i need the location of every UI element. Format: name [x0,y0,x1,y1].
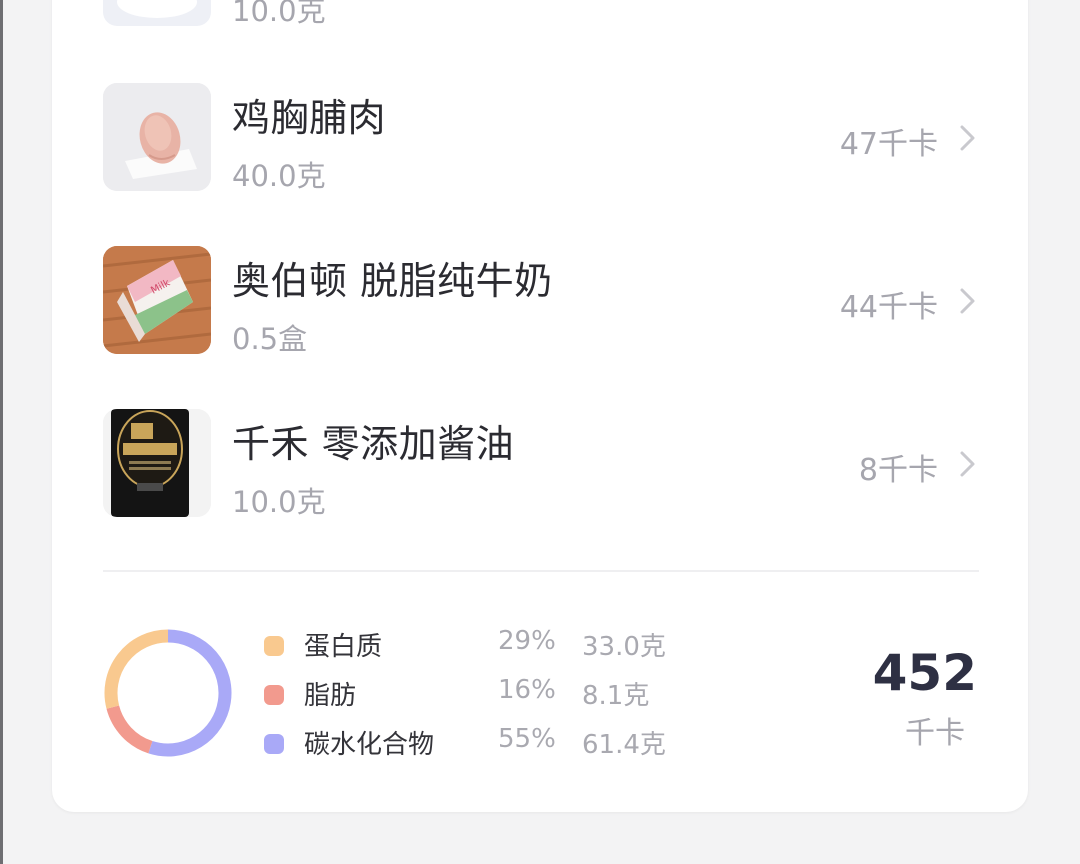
chevron-right-icon [960,125,975,151]
macro-legend-carbs: 碳水化合物 55% 61.4克 [262,724,682,764]
food-item[interactable]: 千禾 零添加酱油 10.0克 8千卡 [103,409,983,519]
chicken-breast-photo [103,83,211,191]
food-calories: 8千卡 [858,453,938,488]
food-amount: 10.0克 [232,485,326,519]
macro-name: 脂肪 [304,681,357,711]
food-item[interactable]: 鸡胸脯肉 40.0克 47千卡 [103,83,983,193]
macro-donut-chart [104,629,232,757]
macro-legend-fat: 脂肪 16% 8.1克 [262,675,682,715]
food-thumbnail [103,0,211,26]
milk-carton-photo: Milk [103,246,211,354]
carbs-color-dot [264,734,284,754]
section-divider [103,570,979,572]
chevron-right-icon [960,451,975,477]
macro-percent: 55% [498,724,556,754]
food-amount: 0.5盒 [232,322,308,356]
food-item[interactable]: Milk 奥伯顿 脱脂纯牛奶 0.5盒 44千卡 [103,246,983,356]
food-name: 千禾 零添加酱油 [232,422,515,466]
macro-percent: 16% [498,675,556,705]
food-name: 奥伯顿 脱脂纯牛奶 [232,259,553,303]
macro-percent: 29% [498,626,556,656]
fat-segment [106,705,153,754]
food-name: 鸡胸脯肉 [232,96,387,140]
total-calories: 452 [872,644,977,702]
fat-color-dot [264,685,284,705]
macro-grams: 61.4克 [582,730,666,760]
protein-color-dot [264,636,284,656]
carbs-segment [148,629,232,757]
macro-legend-protein: 蛋白质 29% 33.0克 [262,626,682,666]
food-amount: 10.0克 [232,0,326,28]
macro-name: 蛋白质 [304,632,383,662]
food-calories: 44千卡 [839,290,938,325]
protein-segment [104,629,169,709]
food-item-partial[interactable]: 10.0克 [103,0,983,28]
macro-grams: 33.0克 [582,632,666,662]
food-calories: 47千卡 [839,127,938,162]
soy-sauce-bottle-photo [103,409,211,517]
window-edge [0,0,3,864]
food-amount: 40.0克 [232,159,326,193]
macro-name: 碳水化合物 [304,730,435,760]
total-calories-unit: 千卡 [905,716,965,751]
chevron-right-icon [960,288,975,314]
macro-grams: 8.1克 [582,681,650,711]
